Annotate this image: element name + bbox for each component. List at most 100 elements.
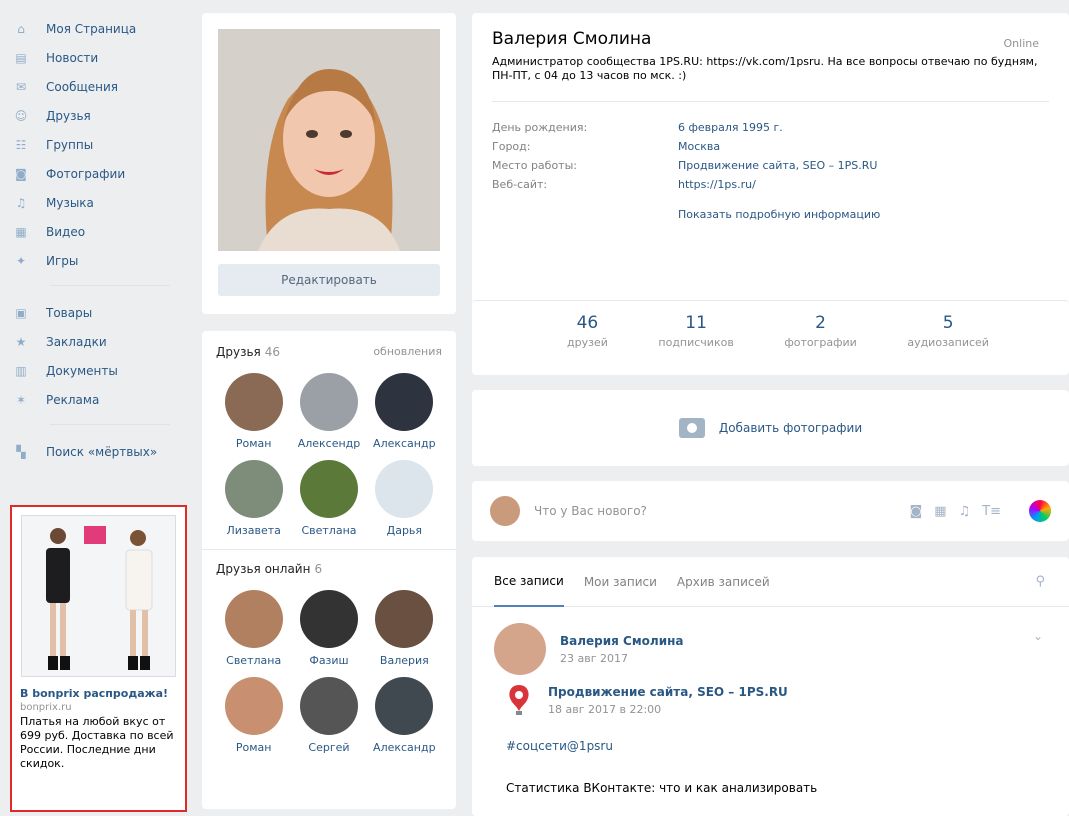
friend-avatar[interactable] xyxy=(375,373,434,431)
nav-item[interactable]: ★ Закладки xyxy=(14,327,186,356)
nav-item[interactable]: ♫ Музыка xyxy=(14,188,186,217)
friend-avatar[interactable] xyxy=(375,590,434,648)
friend-avatar[interactable] xyxy=(375,460,434,518)
friend-name[interactable]: Роман xyxy=(236,437,272,450)
show-more-info-link[interactable]: Показать подробную информацию xyxy=(678,208,1049,221)
friend-name[interactable]: Дарья xyxy=(387,524,422,537)
friend-avatar[interactable] xyxy=(299,373,358,431)
friend-item[interactable]: Александр xyxy=(367,677,442,754)
friend-name[interactable]: Светлана xyxy=(301,524,356,537)
friends-updates-link[interactable]: обновления xyxy=(373,345,442,359)
profile-info-row: Место работы: Продвижение сайта, SEO – 1P… xyxy=(492,156,1049,175)
friend-name[interactable]: Сергей xyxy=(308,741,349,754)
friend-avatar[interactable] xyxy=(224,460,283,518)
friend-avatar[interactable] xyxy=(224,677,283,735)
profile-info-row: День рождения: 6 февраля 1995 г. xyxy=(492,118,1049,137)
nav-item[interactable]: ▣ Товары xyxy=(14,298,186,327)
left-sidebar: ⌂ Моя Страница ▤ Новости ✉ Сообщения ☺ Друзья ☷ Г… xyxy=(14,14,186,466)
friend-name[interactable]: Александр xyxy=(373,741,436,754)
nav-item-label: Товары xyxy=(46,305,93,320)
friend-avatar[interactable] xyxy=(224,373,283,431)
info-value[interactable]: Продвижение сайта, SEO – 1PS.RU xyxy=(678,159,877,172)
repost-group-icon[interactable] xyxy=(506,683,532,717)
games-icon: ✦ xyxy=(15,253,27,268)
nav-item[interactable]: ✦ Игры xyxy=(14,246,186,275)
add-photos-label[interactable]: Добавить фотографии xyxy=(719,421,862,435)
profile-counter[interactable]: 2 фотографии xyxy=(784,313,856,375)
friends-card: Друзья 46 обновления Роман Алексендр Алекса… xyxy=(202,331,456,809)
friend-avatar[interactable] xyxy=(224,590,283,648)
tab-all-posts[interactable]: Все записи xyxy=(494,557,564,607)
profile-name: Валерия Смолина xyxy=(492,29,652,49)
friend-item[interactable]: Дарья xyxy=(367,460,442,537)
tab-my-posts[interactable]: Мои записи xyxy=(584,557,657,607)
profile-counter[interactable]: 11 подписчиков xyxy=(658,313,733,375)
friend-avatar[interactable] xyxy=(299,677,358,735)
friend-item[interactable]: Роман xyxy=(216,373,291,450)
info-value[interactable]: Москва xyxy=(678,140,720,153)
friend-name[interactable]: Валерия xyxy=(380,654,429,667)
friend-item[interactable]: Лизавета xyxy=(216,460,291,537)
post-date[interactable]: 23 авг 2017 xyxy=(560,652,684,665)
friend-avatar[interactable] xyxy=(375,677,434,735)
friend-avatar[interactable] xyxy=(299,460,358,518)
info-value[interactable]: https://1ps.ru/ xyxy=(678,178,756,191)
friend-item[interactable]: Валерия xyxy=(367,590,442,667)
friend-item[interactable]: Светлана xyxy=(291,460,366,537)
nav-item[interactable]: ✶ Реклама xyxy=(14,385,186,414)
nav-item[interactable]: ☺ Друзья xyxy=(14,101,186,130)
info-value[interactable]: 6 февраля 1995 г. xyxy=(678,121,783,134)
new-post-input[interactable]: Что у Вас нового? xyxy=(534,504,910,518)
profile-counter[interactable]: 46 друзей xyxy=(567,313,608,375)
chevron-down-icon[interactable]: ⌄ xyxy=(1033,629,1043,643)
video-attach-icon[interactable]: ▦ xyxy=(934,504,946,519)
nav-item[interactable]: ▤ Новости xyxy=(14,43,186,72)
profile-counter[interactable]: 5 аудиозаписей xyxy=(907,313,989,375)
friend-item[interactable]: Светлана xyxy=(216,590,291,667)
repost-author[interactable]: Продвижение сайта, SEO – 1PS.RU xyxy=(548,685,788,699)
post-text: Статистика ВКонтакте: что и как анализир… xyxy=(506,781,818,795)
music-attach-icon[interactable]: ♫ xyxy=(959,504,971,519)
counter-number: 2 xyxy=(815,313,826,333)
nav-item[interactable]: ◙ Фотографии xyxy=(14,159,186,188)
nav-item[interactable]: ⌂ Моя Страница xyxy=(14,14,186,43)
photo-attach-icon[interactable]: ◙ xyxy=(910,504,923,519)
friend-name[interactable]: Александр xyxy=(373,437,436,450)
friend-item[interactable]: Фазиш xyxy=(291,590,366,667)
repost-header: Продвижение сайта, SEO – 1PS.RU 18 авг 2… xyxy=(506,683,1047,717)
friend-avatar[interactable] xyxy=(299,590,358,648)
post-hashtag[interactable]: #соцсети@1psru xyxy=(506,739,1047,753)
friends-online-title[interactable]: Друзья онлайн xyxy=(216,562,310,576)
friends-title[interactable]: Друзья xyxy=(216,345,261,359)
ad-title[interactable]: В bonprix распродажа! xyxy=(20,687,177,700)
text-attach-icon[interactable]: T≡ xyxy=(982,504,1001,519)
nav-item[interactable]: ☷ Группы xyxy=(14,130,186,159)
profile-status[interactable]: Администратор сообщества 1PS.RU: https:/… xyxy=(492,55,1052,83)
friend-name[interactable]: Фазиш xyxy=(309,654,348,667)
add-photos-card[interactable]: Добавить фотографии xyxy=(472,390,1069,466)
post-author-avatar[interactable] xyxy=(494,623,546,675)
nav-item[interactable]: ▚ Поиск «мёртвых» xyxy=(14,437,186,466)
profile-avatar[interactable] xyxy=(218,29,440,251)
repost-date[interactable]: 18 авг 2017 в 22:00 xyxy=(548,703,788,716)
ad-image[interactable] xyxy=(21,515,176,677)
ad-block[interactable]: В bonprix распродажа! bonprix.ru Платья … xyxy=(10,505,187,812)
friend-item[interactable]: Сергей xyxy=(291,677,366,754)
friend-item[interactable]: Алексендр xyxy=(291,373,366,450)
post-author[interactable]: Валерия Смолина xyxy=(560,634,684,648)
friend-item[interactable]: Александр xyxy=(367,373,442,450)
edit-profile-button[interactable]: Редактировать xyxy=(218,264,440,296)
friend-name[interactable]: Светлана xyxy=(226,654,281,667)
friend-name[interactable]: Роман xyxy=(236,741,272,754)
friend-name[interactable]: Лизавета xyxy=(226,524,280,537)
camera-icon xyxy=(678,418,705,438)
nav-item[interactable]: ▦ Видео xyxy=(14,217,186,246)
divider xyxy=(492,101,1049,102)
search-icon[interactable]: ⚲ xyxy=(1035,574,1045,589)
friend-name[interactable]: Алексендр xyxy=(298,437,361,450)
tab-archive[interactable]: Архив записей xyxy=(677,557,770,607)
nav-item[interactable]: ✉ Сообщения xyxy=(14,72,186,101)
color-wheel-icon[interactable] xyxy=(1029,500,1051,522)
nav-item[interactable]: ▥ Документы xyxy=(14,356,186,385)
friend-item[interactable]: Роман xyxy=(216,677,291,754)
